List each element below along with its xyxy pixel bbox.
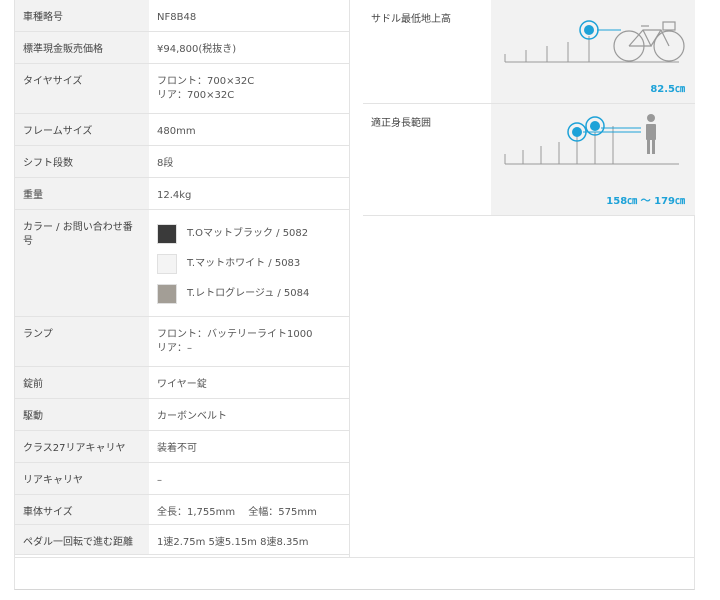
- size-guide: サドル最低地上高 82.5㎝ 適正身長範囲 158㎝ ～ 179㎝: [363, 0, 695, 216]
- table-row: 重量 12.4kg: [15, 178, 349, 210]
- spec-value: ¥94,800(税抜き): [157, 44, 237, 55]
- lamp-rear: リア：–: [157, 343, 192, 354]
- table-row: フレームサイズ 480mm: [15, 114, 349, 146]
- spec-label: タイヤサイズ: [15, 64, 149, 113]
- spec-value: –: [157, 475, 162, 486]
- tire-front: フロント：700×32C: [157, 76, 255, 87]
- tire-rear: リア：700×32C: [157, 90, 235, 101]
- table-row: 錠前 ワイヤー錠: [15, 367, 349, 399]
- spec-value: 全長：1,755mm 全幅：575mm: [157, 507, 317, 518]
- spec-value: 1速2.75m 5速5.15m 8速8.35m: [157, 537, 309, 548]
- bicycle-icon: [613, 21, 685, 62]
- spec-label: 駆動: [15, 399, 149, 430]
- spec-value: 8段: [157, 158, 174, 169]
- person-icon: [646, 114, 656, 154]
- spec-label: クラス27リアキャリヤ: [15, 431, 149, 462]
- spec-label: 標準現金販売価格: [15, 32, 149, 63]
- spec-value: フロント：バッテリーライト1000 リア：–: [149, 317, 349, 366]
- spec-value: 装着不可: [157, 443, 197, 454]
- spec-label: リアキャリヤ: [15, 463, 149, 494]
- height-range-row: 適正身長範囲 158㎝ ～ 179㎝: [363, 104, 695, 216]
- color-swatch-black: [157, 224, 177, 244]
- color-item: T.Oマットブラック / 5082: [157, 219, 341, 249]
- color-name: T.Oマットブラック / 5082: [187, 228, 309, 239]
- color-swatch-white: [157, 254, 177, 274]
- spec-label: カラー / お問い合わせ番号: [15, 210, 149, 316]
- spec-label: ランプ: [15, 317, 149, 366]
- table-row: カラー / お問い合わせ番号 T.Oマットブラック / 5082 T.マットホワ…: [15, 210, 349, 317]
- spec-label: ペダル一回転で進む距離: [15, 525, 149, 554]
- saddle-height-label: サドル最低地上高: [371, 14, 451, 25]
- spec-value: カーボンベルト: [157, 411, 227, 422]
- spec-table: 車種略号 NF8B48 標準現金販売価格 ¥94,800(税抜き) タイヤサイズ…: [15, 0, 349, 555]
- spec-value: 480mm: [157, 126, 196, 137]
- height-range-illustration: 158㎝ ～ 179㎝: [491, 104, 695, 215]
- color-item: T.レトログレージュ / 5084: [157, 279, 341, 309]
- color-name: T.レトログレージュ / 5084: [187, 288, 310, 299]
- color-swatch-greige: [157, 284, 177, 304]
- column-divider: [349, 0, 350, 557]
- table-row: ペダル一回転で進む距離 1速2.75m 5速5.15m 8速8.35m: [15, 525, 349, 555]
- table-row: 車種略号 NF8B48: [15, 0, 349, 32]
- color-name: T.マットホワイト / 5083: [187, 258, 301, 269]
- table-row: 車体サイズ 全長：1,755mm 全幅：575mm: [15, 495, 349, 525]
- spec-value: NF8B48: [157, 12, 197, 23]
- table-row: 駆動 カーボンベルト: [15, 399, 349, 431]
- table-row: シフト段数 8段: [15, 146, 349, 178]
- spec-value: フロント：700×32C リア：700×32C: [149, 64, 349, 113]
- table-row: 標準現金販売価格 ¥94,800(税抜き): [15, 32, 349, 64]
- saddle-height-illustration: 82.5㎝: [491, 0, 695, 103]
- table-row: リアキャリヤ –: [15, 463, 349, 495]
- spec-label: 錠前: [15, 367, 149, 398]
- spec-panel: 車種略号 NF8B48 標準現金販売価格 ¥94,800(税抜き) タイヤサイズ…: [14, 0, 695, 590]
- spec-value: 12.4kg: [157, 190, 192, 201]
- spec-label: 車体サイズ: [15, 495, 149, 524]
- lamp-front: フロント：バッテリーライト1000: [157, 329, 313, 340]
- spec-label: シフト段数: [15, 146, 149, 177]
- saddle-height-row: サドル最低地上高 82.5㎝: [363, 0, 695, 104]
- spec-label: 車種略号: [15, 0, 149, 31]
- color-item: T.マットホワイト / 5083: [157, 249, 341, 279]
- saddle-height-value: 82.5㎝: [650, 84, 685, 95]
- panel-footer: [15, 557, 694, 589]
- color-list: T.Oマットブラック / 5082 T.マットホワイト / 5083 T.レトロ…: [149, 210, 349, 316]
- spec-label: フレームサイズ: [15, 114, 149, 145]
- table-row: ランプ フロント：バッテリーライト1000 リア：–: [15, 317, 349, 367]
- spec-label: 重量: [15, 178, 149, 209]
- spec-value: ワイヤー錠: [157, 379, 207, 390]
- height-range-label: 適正身長範囲: [371, 118, 431, 129]
- table-row: タイヤサイズ フロント：700×32C リア：700×32C: [15, 64, 349, 114]
- height-range-value: 158㎝ ～ 179㎝: [606, 196, 685, 207]
- table-row: クラス27リアキャリヤ 装着不可: [15, 431, 349, 463]
